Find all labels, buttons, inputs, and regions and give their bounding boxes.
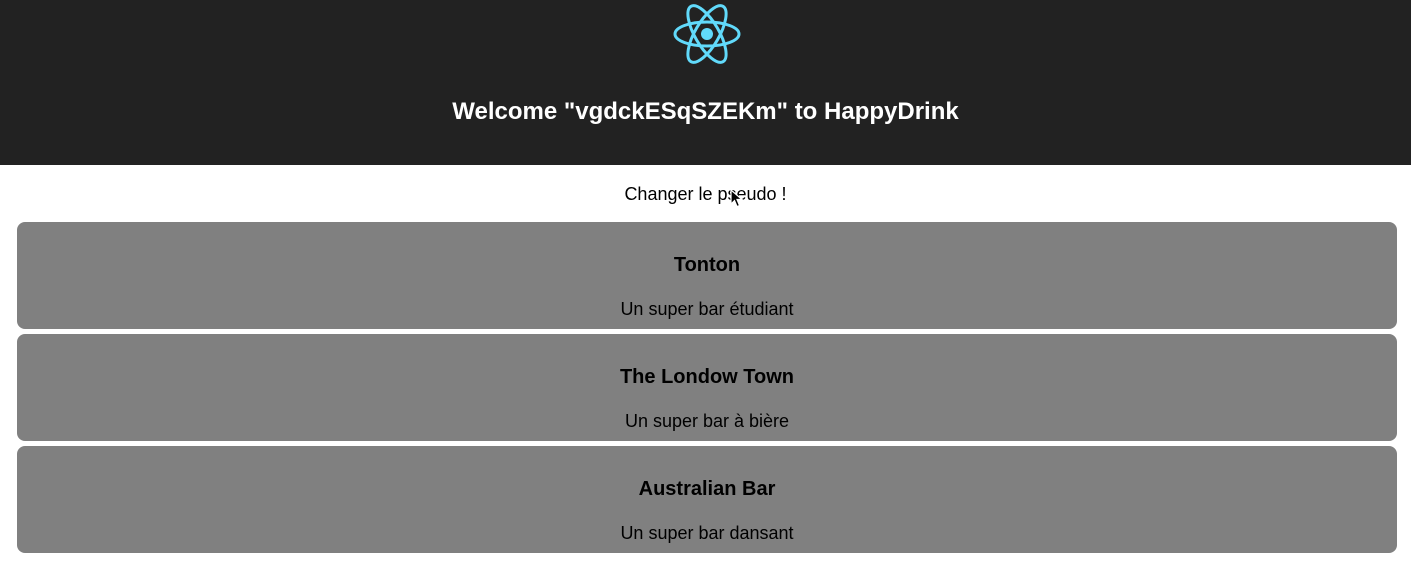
bar-name: Australian Bar	[638, 478, 776, 500]
bar-description: Un super bar dansant	[620, 523, 794, 543]
bar-card-australian-bar[interactable]: Australian Bar Un super bar dansant	[17, 446, 1397, 553]
welcome-title: Welcome "vgdckESqSZEKm" to HappyDrink	[452, 98, 959, 125]
react-logo-icon	[673, 4, 741, 64]
bar-card-the-londow-town[interactable]: The Londow Town Un super bar à bière	[17, 334, 1397, 441]
bar-name: The Londow Town	[619, 366, 795, 388]
app-header: Welcome "vgdckESqSZEKm" to HappyDrink	[0, 0, 1411, 165]
mouse-cursor-icon	[730, 189, 744, 208]
bar-name: Tonton	[673, 254, 741, 276]
bar-description: Un super bar à bière	[624, 411, 790, 431]
bar-description: Un super bar étudiant	[620, 299, 794, 319]
change-pseudo-button[interactable]: Changer le pseudo !	[0, 182, 1411, 206]
bar-card-tonton[interactable]: Tonton Un super bar étudiant	[17, 222, 1397, 329]
